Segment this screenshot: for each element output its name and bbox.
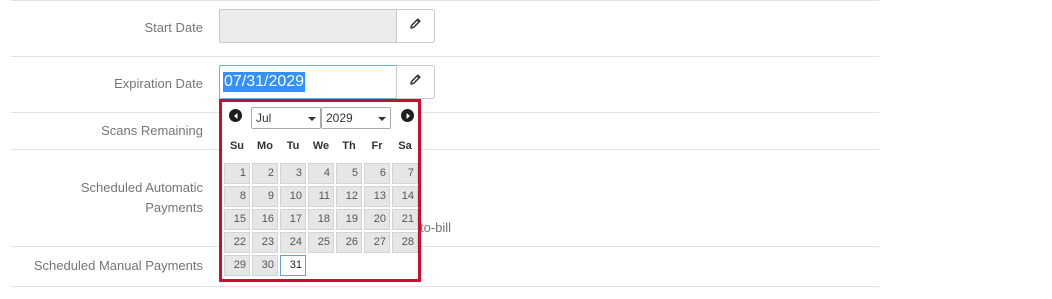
calendar-day[interactable]: 4 (308, 163, 334, 184)
weekday-header: Mo (257, 140, 273, 152)
month-select-value: Jul (256, 111, 272, 125)
weekday-header: We (312, 140, 330, 152)
scans-remaining-label: Scans Remaining (101, 123, 203, 138)
calendar-day[interactable]: 3 (280, 163, 306, 184)
weekday-header: Tu (286, 140, 300, 152)
chevron-down-icon (308, 117, 316, 121)
calendar-day[interactable]: 28 (392, 232, 418, 253)
calendar-day[interactable]: 20 (364, 209, 390, 230)
prev-month-button[interactable] (229, 109, 242, 122)
calendar-day[interactable]: 6 (364, 163, 390, 184)
pencil-icon (409, 73, 422, 91)
scheduled-automatic-payments-label: Scheduled Automatic (80, 180, 203, 195)
calendar-day[interactable]: 10 (280, 186, 306, 207)
calendar-day[interactable]: 12 (336, 186, 362, 207)
row-divider (11, 246, 879, 247)
auto-bill-text: to-bill (420, 220, 452, 235)
start-date-label: Start Date (144, 20, 203, 35)
expiration-date-input[interactable]: 07/31/2029 (219, 65, 397, 99)
month-select[interactable]: Jul (251, 107, 321, 129)
year-select[interactable]: 2029 (321, 107, 391, 129)
calendar-day[interactable]: 30 (252, 255, 278, 276)
row-divider (11, 112, 879, 113)
calendar-day[interactable]: 26 (336, 232, 362, 253)
row-divider (11, 286, 879, 287)
row-divider (11, 56, 879, 57)
row-divider (11, 149, 879, 150)
calendar-day[interactable]: 21 (392, 209, 418, 230)
calendar-day[interactable]: 13 (364, 186, 390, 207)
prev-arrow-icon (233, 112, 237, 119)
expiration-date-value: 07/31/2029 (223, 72, 306, 92)
calendar-day[interactable]: 25 (308, 232, 334, 253)
weekday-header: Sa (398, 140, 412, 152)
pencil-icon (409, 17, 422, 35)
calendar-day[interactable]: 18 (308, 209, 334, 230)
scheduled-automatic-payments-label-line2: Payments (145, 200, 203, 215)
calendar-day[interactable]: 1 (224, 163, 250, 184)
start-date-input[interactable] (219, 9, 397, 43)
calendar-day[interactable]: 27 (364, 232, 390, 253)
calendar-day-selected[interactable]: 31 (280, 255, 306, 276)
calendar-day[interactable]: 15 (224, 209, 250, 230)
calendar-day[interactable]: 29 (224, 255, 250, 276)
chevron-down-icon (378, 117, 386, 121)
row-divider (11, 0, 879, 1)
year-select-value: 2029 (326, 111, 353, 125)
calendar-day[interactable]: 24 (280, 232, 306, 253)
calendar-day[interactable]: 2 (252, 163, 278, 184)
calendar-day[interactable]: 23 (252, 232, 278, 253)
calendar-day[interactable]: 22 (224, 232, 250, 253)
datepicker-body: Jul 2029 Su Mo Tu We Th Fr Sa 1234567891… (223, 103, 418, 278)
calendar-day[interactable]: 11 (308, 186, 334, 207)
calendar-day[interactable]: 8 (224, 186, 250, 207)
calendar-day[interactable]: 9 (252, 186, 278, 207)
calendar-day[interactable]: 7 (392, 163, 418, 184)
expiration-date-edit-button[interactable] (396, 65, 435, 99)
weekday-header: Fr (371, 140, 383, 152)
next-arrow-icon (406, 112, 410, 119)
calendar-day[interactable]: 19 (336, 209, 362, 230)
datepicker-popup: Jul 2029 Su Mo Tu We Th Fr Sa 1234567891… (219, 99, 421, 282)
next-month-button[interactable] (401, 109, 414, 122)
scheduled-manual-payments-label: Scheduled Manual Payments (33, 258, 203, 273)
calendar-day[interactable]: 14 (392, 186, 418, 207)
calendar-day[interactable]: 5 (336, 163, 362, 184)
weekday-header: Th (342, 140, 356, 152)
expiration-date-label: Expiration Date (114, 76, 203, 91)
calendar-day[interactable]: 16 (252, 209, 278, 230)
calendar-day[interactable]: 17 (280, 209, 306, 230)
weekday-header: Su (229, 140, 245, 152)
start-date-edit-button[interactable] (396, 9, 435, 43)
